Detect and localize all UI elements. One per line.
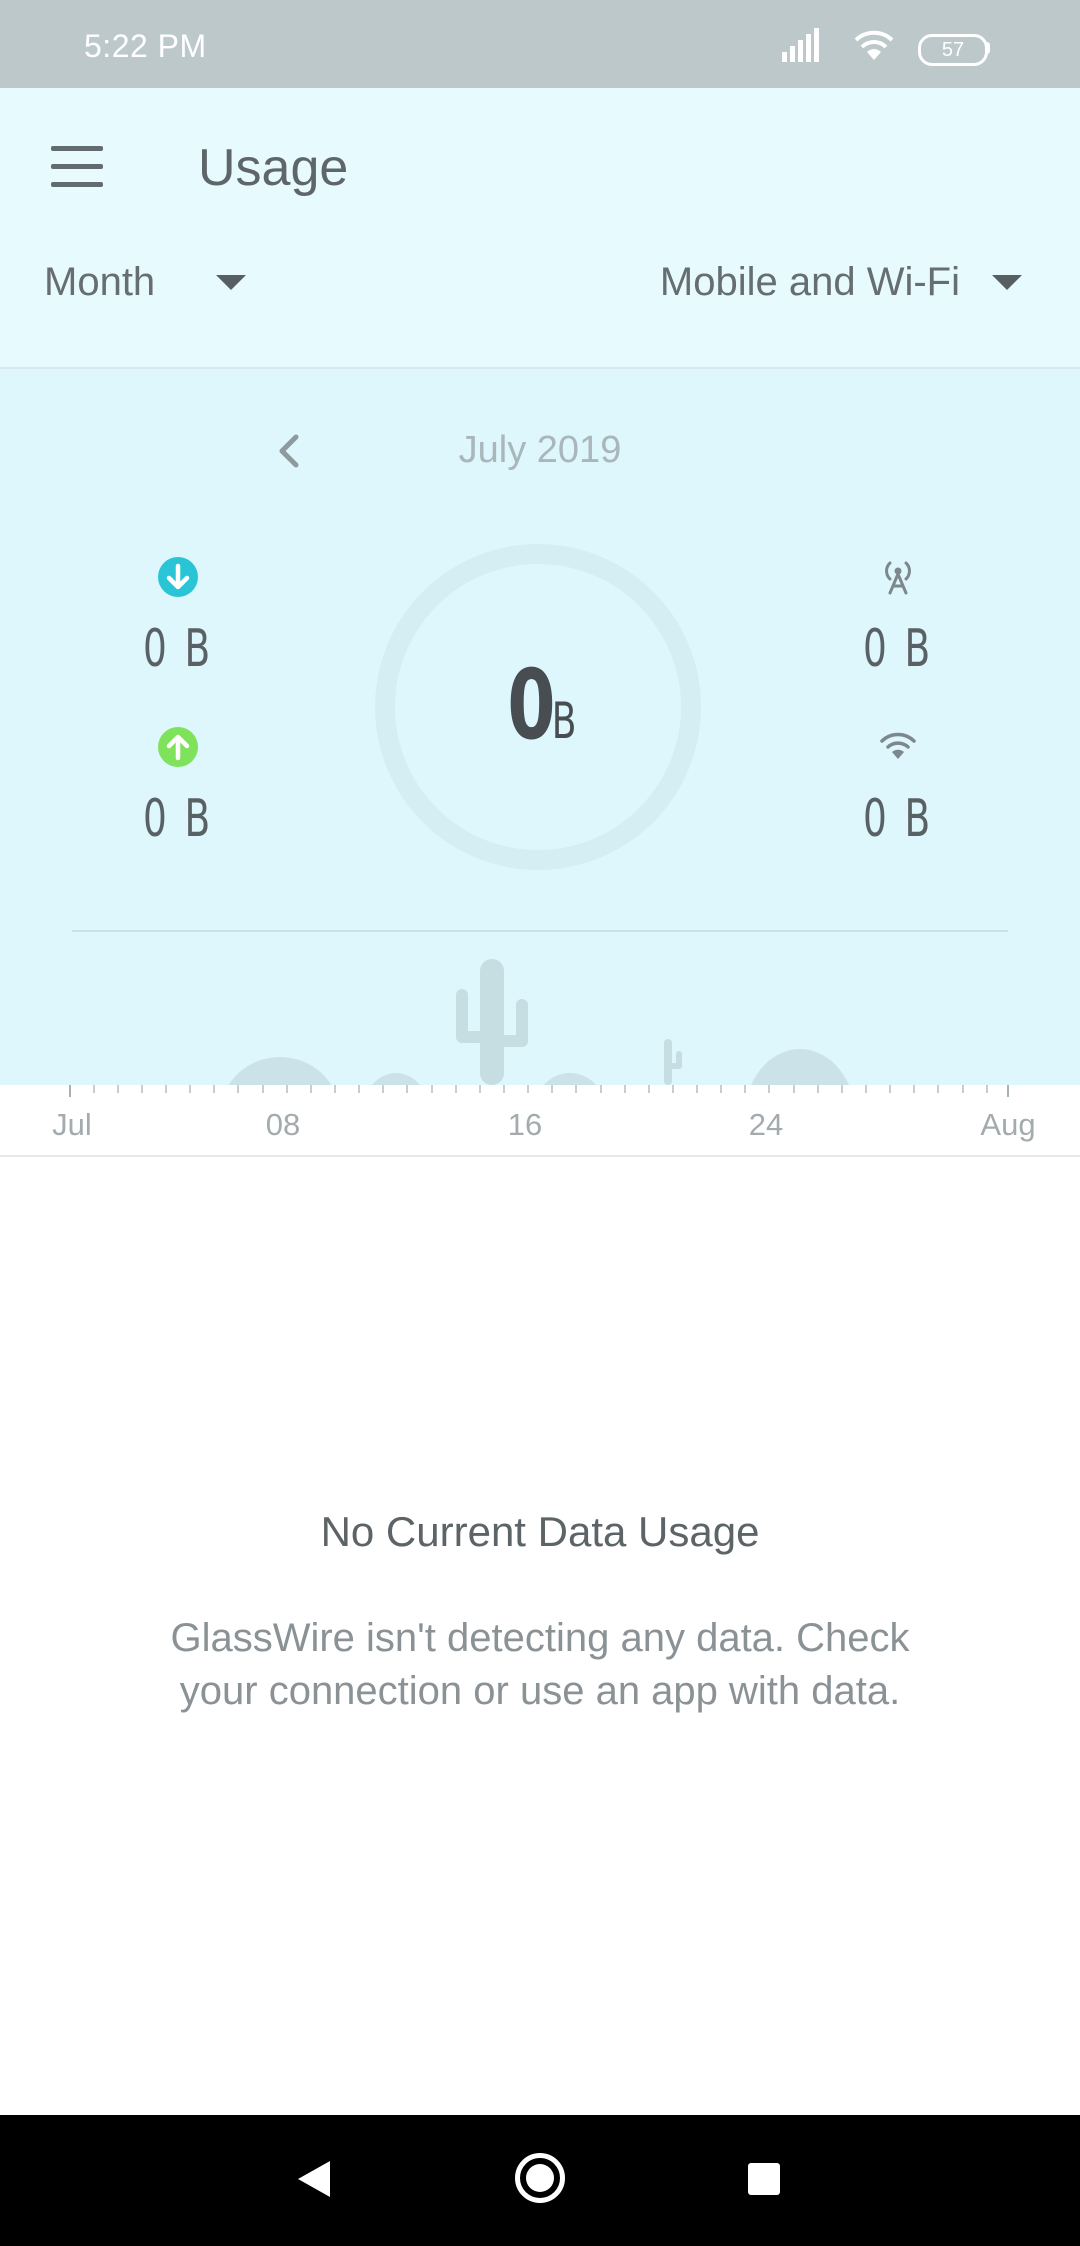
- menu-line-icon: [51, 182, 103, 187]
- menu-line-icon: [51, 146, 103, 151]
- network-dropdown-label: Mobile and Wi-Fi: [659, 260, 960, 304]
- menu-button[interactable]: [48, 146, 104, 188]
- battery-nub: [986, 42, 990, 54]
- network-dropdown[interactable]: Mobile and Wi-Fi: [602, 260, 1022, 320]
- system-nav-bar: [0, 2115, 1080, 2246]
- wifi-icon: [854, 30, 894, 60]
- recents-icon[interactable]: [748, 2163, 780, 2195]
- app-bar: Usage Month Mobile and Wi-Fi: [0, 88, 1080, 369]
- month-label: July 2019: [458, 429, 622, 471]
- page-title: Usage: [198, 139, 349, 197]
- axis-label: 24: [748, 1107, 784, 1142]
- mobile-value: 0 B: [862, 619, 934, 679]
- axis-label: Jul: [52, 1107, 92, 1142]
- menu-line-icon: [51, 164, 103, 169]
- axis-label: 16: [507, 1107, 543, 1142]
- home-icon[interactable]: [515, 2153, 565, 2203]
- status-bar: 5:22 PM 57: [0, 0, 1080, 88]
- total-usage-unit: B: [552, 692, 577, 750]
- signal-icon: [782, 28, 819, 62]
- chevron-down-icon: [216, 275, 246, 290]
- upload-value: 0 B: [142, 789, 214, 849]
- period-dropdown[interactable]: Month: [44, 260, 264, 320]
- home-icon-dot: [526, 2164, 554, 2192]
- wifi-icon: [880, 732, 916, 759]
- status-time: 5:22 PM: [84, 28, 207, 64]
- empty-state-title: No Current Data Usage: [320, 1508, 760, 1555]
- axis-label: 08: [265, 1107, 301, 1142]
- chevron-down-icon: [992, 275, 1022, 290]
- empty-state-message: GlassWire isn't detecting any data. Chec…: [170, 1616, 910, 1713]
- axis-label: Aug: [980, 1107, 1036, 1142]
- total-usage-value: 0: [507, 649, 556, 761]
- battery-icon: 57: [918, 34, 988, 66]
- cell-tower-icon: [885, 561, 911, 595]
- download-icon: [158, 557, 198, 597]
- wifi-value: 0 B: [862, 789, 934, 849]
- back-icon[interactable]: [296, 2159, 332, 2199]
- timeline-axis: Jul 08 16 24 Aug: [0, 1085, 1080, 1157]
- usage-summary-panel: July 2019 0 B 0 B 0B 0 B 0 B: [0, 369, 1080, 1085]
- desert-illustration: [228, 959, 849, 1085]
- axis-ticks: [69, 1085, 1009, 1097]
- panel-divider: [72, 930, 1008, 932]
- period-dropdown-label: Month: [44, 260, 156, 304]
